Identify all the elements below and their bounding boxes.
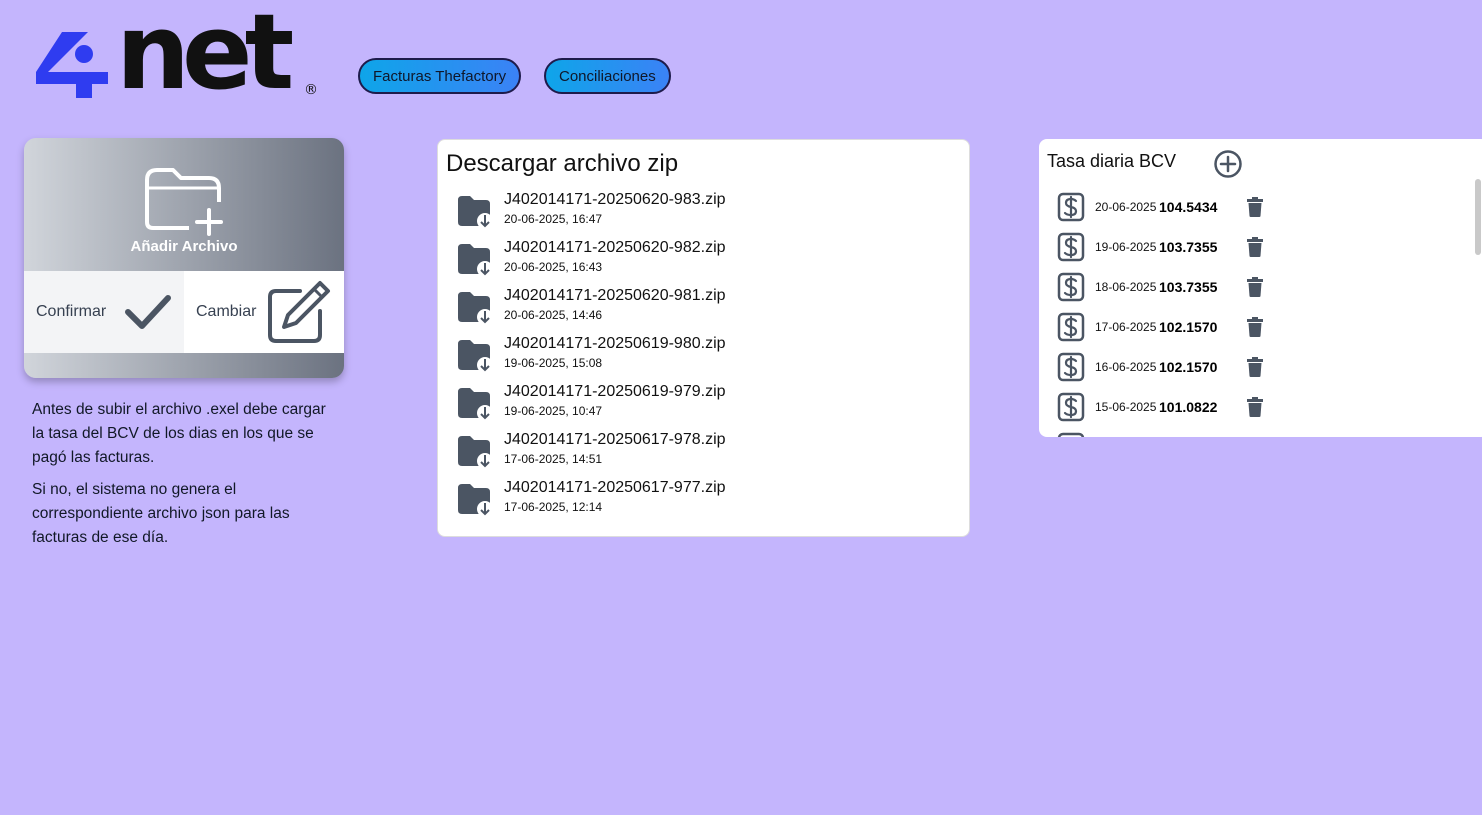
zip-panel-title: Descargar archivo zip: [446, 150, 679, 177]
zip-file-date: 19-06-2025, 15:08: [504, 356, 603, 370]
zip-file-date: 20-06-2025, 16:43: [504, 260, 603, 274]
bcv-rate-row: 17-06-2025 102.1570: [1057, 307, 1263, 347]
bcv-rate-value: 102.1570: [1159, 359, 1218, 375]
zip-file-item[interactable]: J402014171-20250619-979.zip 19-06-2025, 1…: [456, 382, 726, 430]
zip-file-date: 17-06-2025, 14:51: [504, 452, 603, 466]
zip-file-item[interactable]: J402014171-20250617-977.zip 17-06-2025, 1…: [456, 478, 726, 526]
bcv-scrollbar[interactable]: [1475, 179, 1481, 255]
brand-mark-4-icon: [36, 32, 108, 98]
bcv-rate-row: 16-06-2025 102.1570: [1057, 347, 1263, 387]
zip-file-item[interactable]: J402014171-20250620-981.zip 20-06-2025, 1…: [456, 286, 726, 334]
bcv-rate-row: 19-06-2025 103.7355: [1057, 227, 1263, 267]
folder-download-icon: [458, 388, 492, 420]
zip-file-name: J402014171-20250620-982.zip: [504, 239, 726, 256]
bcv-rate-row-partial: [1057, 427, 1263, 437]
bcv-rate-list: 20-06-2025 104.5434 19-06-2025 103.7355 …: [1057, 187, 1263, 437]
trash-icon[interactable]: [1247, 197, 1263, 217]
registered-mark: ®: [304, 82, 318, 98]
add-circle-icon[interactable]: [1213, 149, 1243, 179]
bcv-rate-date: 19-06-2025: [1095, 240, 1157, 254]
instruction-paragraph-2: Si no, el sistema no genera el correspon…: [32, 481, 290, 546]
zip-file-name: J402014171-20250619-980.zip: [504, 335, 726, 352]
check-icon: [125, 295, 171, 329]
zip-file-name: J402014171-20250620-981.zip: [504, 287, 726, 304]
dollar-icon: [1057, 232, 1085, 262]
confirm-label: Confirmar: [36, 303, 107, 320]
zip-file-item[interactable]: J402014171-20250620-982.zip 20-06-2025, 1…: [456, 238, 726, 286]
folder-download-icon: [458, 292, 492, 324]
zip-file-name: J402014171-20250619-979.zip: [504, 383, 726, 400]
brand-logo: net ®: [36, 0, 326, 104]
change-button[interactable]: Cambiar: [184, 271, 344, 353]
dollar-icon: [1057, 432, 1085, 437]
change-label: Cambiar: [196, 303, 257, 320]
folder-download-icon: [458, 484, 492, 516]
bcv-panel-title: Tasa diaria BCV: [1047, 151, 1177, 171]
zip-file-date: 19-06-2025, 10:47: [504, 404, 603, 418]
dollar-icon: [1057, 352, 1085, 382]
folder-download-icon: [458, 436, 492, 468]
bcv-rate-date: 20-06-2025: [1095, 200, 1157, 214]
zip-file-item[interactable]: J402014171-20250617-978.zip 17-06-2025, 1…: [456, 430, 726, 478]
upload-instructions: Antes de subir el archivo .exel debe car…: [32, 398, 342, 558]
zip-file-name: J402014171-20250617-977.zip: [504, 479, 726, 496]
confirm-button[interactable]: Confirmar: [24, 271, 184, 353]
bcv-rate-date: 16-06-2025: [1095, 360, 1157, 374]
bcv-rate-row: 18-06-2025 103.7355: [1057, 267, 1263, 307]
bcv-rate-date: 17-06-2025: [1095, 320, 1157, 334]
zip-download-panel: Descargar archivo zip J402014171-2025062…: [437, 139, 970, 537]
trash-icon[interactable]: [1247, 317, 1263, 337]
zip-file-date: 20-06-2025, 14:46: [504, 308, 603, 322]
dollar-icon: [1057, 392, 1085, 422]
instruction-paragraph-1: Antes de subir el archivo .exel debe car…: [32, 401, 326, 466]
brand-wordmark: net: [116, 0, 294, 113]
bcv-rate-value: 103.7355: [1159, 239, 1218, 255]
add-file-label: Añadir Archivo: [130, 238, 238, 255]
bcv-rate-date: 15-06-2025: [1095, 400, 1157, 414]
bcv-rate-row: 15-06-2025 101.0822: [1057, 387, 1263, 427]
zip-file-name: J402014171-20250620-983.zip: [504, 191, 726, 208]
bcv-rate-value: 103.7355: [1159, 279, 1218, 295]
zip-file-item[interactable]: J402014171-20250619-980.zip 19-06-2025, 1…: [456, 334, 726, 382]
zip-file-date: 20-06-2025, 16:47: [504, 212, 603, 226]
nav-facturas-button[interactable]: Facturas Thefactory: [358, 58, 522, 94]
bcv-rate-value: 101.0822: [1159, 399, 1218, 415]
bcv-rate-row: 20-06-2025 104.5434: [1057, 187, 1263, 227]
upload-card: Añadir Archivo Confirmar Cambiar: [24, 138, 344, 378]
zip-file-date: 17-06-2025, 12:14: [504, 500, 603, 514]
bcv-rate-value: 104.5434: [1159, 199, 1218, 215]
zip-file-list: J402014171-20250620-983.zip 20-06-2025, 1…: [456, 190, 726, 526]
add-file-dropzone[interactable]: Añadir Archivo: [24, 138, 344, 271]
folder-download-icon: [458, 196, 492, 228]
folder-plus-icon: [145, 168, 223, 236]
dollar-icon: [1057, 192, 1085, 222]
dollar-icon: [1057, 272, 1085, 302]
trash-icon[interactable]: [1247, 237, 1263, 257]
trash-icon[interactable]: [1247, 277, 1263, 297]
zip-file-name: J402014171-20250617-978.zip: [504, 431, 726, 448]
bcv-rate-date: 18-06-2025: [1095, 280, 1157, 294]
edit-icon: [268, 281, 330, 343]
zip-file-item[interactable]: J402014171-20250620-983.zip 20-06-2025, 1…: [456, 190, 726, 238]
folder-download-icon: [458, 244, 492, 276]
bcv-rates-panel: Tasa diaria BCV 20-06-2025 104.5434 19-0…: [1039, 139, 1482, 437]
nav-conciliaciones-button[interactable]: Conciliaciones: [544, 58, 671, 94]
folder-download-icon: [458, 340, 492, 372]
trash-icon[interactable]: [1247, 357, 1263, 377]
dollar-icon: [1057, 312, 1085, 342]
bcv-rate-value: 102.1570: [1159, 319, 1218, 335]
trash-icon[interactable]: [1247, 397, 1263, 417]
